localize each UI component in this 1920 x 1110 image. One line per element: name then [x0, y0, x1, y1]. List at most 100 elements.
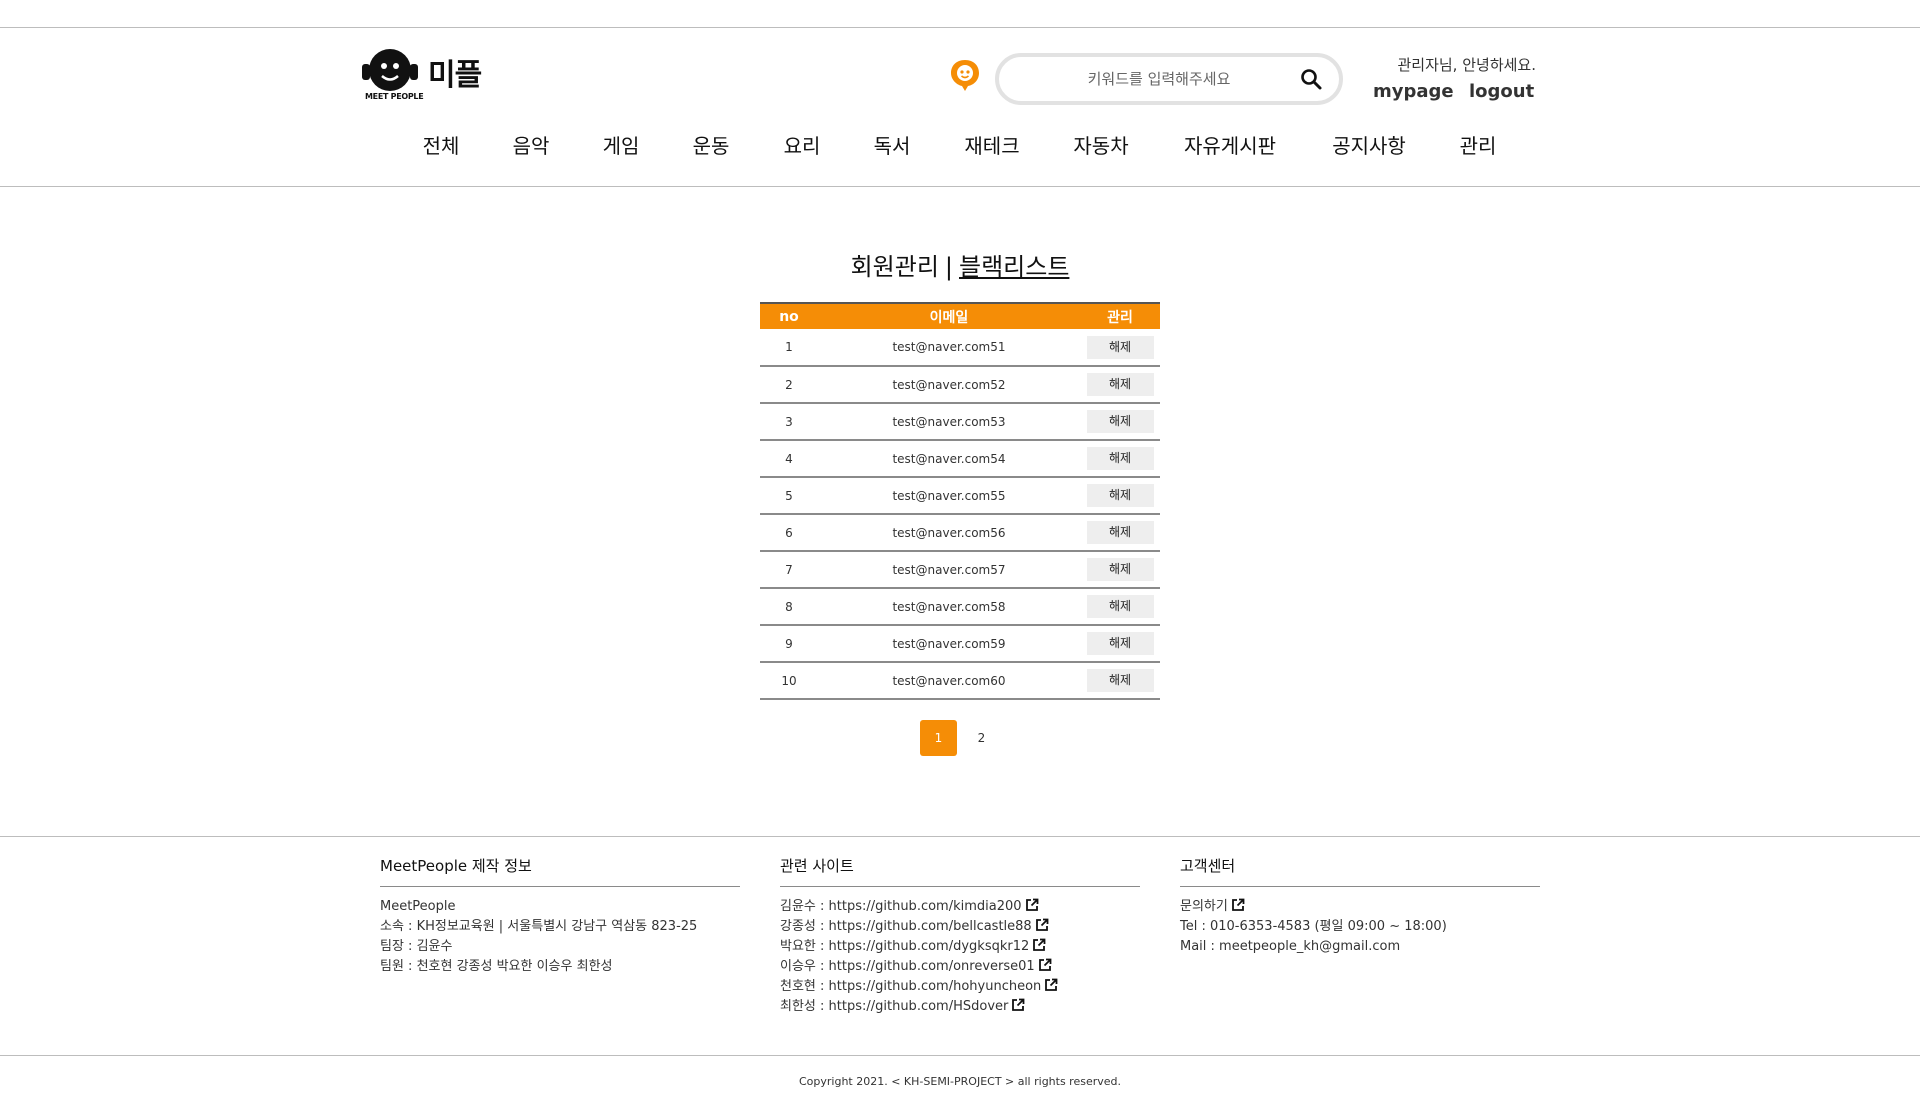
row-email: test@naver.com60	[818, 662, 1080, 700]
table-row: 2 test@naver.com52 해제	[760, 366, 1160, 404]
heading-separator: |	[944, 253, 953, 281]
page-button-1[interactable]: 1	[920, 720, 957, 756]
footer-info-title: MeetPeople 제작 정보	[380, 855, 740, 887]
inquiry-link[interactable]: 문의하기	[1180, 899, 1228, 914]
external-link-icon[interactable]	[1035, 918, 1049, 932]
search-box	[995, 53, 1343, 105]
footer-info-line: MeetPeople	[380, 899, 456, 914]
footer-info-line: 소속 : KH정보교육원 | 서울특별시 강남구 역삼동 823-25	[380, 919, 698, 934]
row-no: 3	[760, 403, 818, 441]
site-link[interactable]: 김윤수 : https://github.com/kimdia200	[780, 899, 1022, 914]
nav-item-finance[interactable]: 재테크	[964, 130, 1019, 159]
site-link[interactable]: 박요한 : https://github.com/dygksqkr12	[780, 939, 1029, 954]
cs-tel: Tel : 010-6353-4583 (평일 09:00 ~ 18:00)	[1180, 919, 1447, 934]
row-email: test@naver.com58	[818, 588, 1080, 626]
row-no: 1	[760, 329, 818, 367]
heading-member-management[interactable]: 회원관리	[851, 253, 939, 281]
blacklist-table: no 이메일 관리 1 test@naver.com51 해제 2 test@n…	[760, 302, 1160, 700]
page-title: 회원관리 | 블랙리스트	[0, 247, 1920, 282]
greeting-text: 관리자님, 안녕하세요.	[1397, 56, 1536, 74]
table-row: 7 test@naver.com57 해제	[760, 551, 1160, 589]
footer-info: MeetPeople 제작 정보 MeetPeople 소속 : KH정보교육원…	[380, 855, 740, 977]
logo-text: 미플	[428, 58, 482, 93]
release-button[interactable]: 해제	[1086, 410, 1154, 433]
release-button[interactable]: 해제	[1086, 595, 1154, 618]
logo-subtitle: MEET PEOPLE	[365, 92, 424, 101]
site-link[interactable]: 이승우 : https://github.com/onreverse01	[780, 959, 1035, 974]
row-email: test@naver.com51	[818, 329, 1080, 367]
external-link-icon[interactable]	[1038, 958, 1052, 972]
heading-blacklist[interactable]: 블랙리스트	[959, 253, 1069, 281]
nav-item-reading[interactable]: 독서	[874, 130, 911, 159]
row-email: test@naver.com57	[818, 551, 1080, 589]
release-button[interactable]: 해제	[1086, 373, 1154, 396]
footer-sites: 관련 사이트 김윤수 : https://github.com/kimdia20…	[780, 855, 1140, 1017]
copyright-text: Copyright 2021. < KH-SEMI-PROJECT > all …	[798, 1075, 1122, 1088]
release-button[interactable]: 해제	[1086, 521, 1154, 544]
table-row: 6 test@naver.com56 해제	[760, 514, 1160, 552]
table-header-row: no 이메일 관리	[760, 302, 1160, 329]
release-button[interactable]: 해제	[1086, 669, 1154, 692]
release-button[interactable]: 해제	[1086, 335, 1154, 359]
release-button[interactable]: 해제	[1086, 558, 1154, 581]
nav-divider	[0, 186, 1920, 187]
nav-item-cooking[interactable]: 요리	[784, 130, 821, 159]
footer-divider	[0, 836, 1920, 837]
external-link-icon[interactable]	[1011, 998, 1025, 1012]
chat-face-icon[interactable]	[949, 58, 981, 92]
site-link[interactable]: 강종성 : https://github.com/bellcastle88	[780, 919, 1032, 934]
footer-customer-center: 고객센터 문의하기 Tel : 010-6353-4583 (평일 09:00 …	[1180, 855, 1540, 957]
col-header-email: 이메일	[818, 302, 1080, 329]
row-no: 6	[760, 514, 818, 552]
top-divider	[0, 27, 1920, 28]
release-button[interactable]: 해제	[1086, 447, 1154, 470]
nav-item-game[interactable]: 게임	[603, 130, 640, 159]
logout-link[interactable]: logout	[1469, 81, 1534, 102]
row-email: test@naver.com54	[818, 440, 1080, 478]
external-link-icon[interactable]	[1231, 898, 1245, 912]
nav-item-car[interactable]: 자동차	[1073, 130, 1128, 159]
site-link-item: 김윤수 : https://github.com/kimdia200	[780, 897, 1140, 917]
nav-item-notice[interactable]: 공지사항	[1332, 130, 1406, 159]
table-row: 10 test@naver.com60 해제	[760, 662, 1160, 700]
nav-item-sports[interactable]: 운동	[693, 130, 730, 159]
row-no: 7	[760, 551, 818, 589]
row-email: test@naver.com56	[818, 514, 1080, 552]
external-link-icon[interactable]	[1044, 978, 1058, 992]
external-link-icon[interactable]	[1025, 898, 1039, 912]
site-link[interactable]: 최한성 : https://github.com/HSdover	[780, 999, 1008, 1014]
row-no: 8	[760, 588, 818, 626]
nav-item-all[interactable]: 전체	[423, 130, 460, 159]
footer-info-line: 팀장 : 김윤수	[380, 939, 453, 954]
inquiry-item: 문의하기	[1180, 897, 1540, 917]
table-row: 1 test@naver.com51 해제	[760, 329, 1160, 367]
footer-cs-title: 고객센터	[1180, 855, 1540, 887]
row-no: 10	[760, 662, 818, 700]
row-email: test@naver.com59	[818, 625, 1080, 663]
site-link-item: 박요한 : https://github.com/dygksqkr12	[780, 937, 1140, 957]
release-button[interactable]: 해제	[1086, 632, 1154, 655]
col-header-no: no	[760, 302, 818, 329]
table-row: 5 test@naver.com55 해제	[760, 477, 1160, 515]
site-link-item: 강종성 : https://github.com/bellcastle88	[780, 917, 1140, 937]
search-input[interactable]	[1029, 65, 1289, 93]
nav-item-music[interactable]: 음악	[513, 130, 550, 159]
mypage-link[interactable]: mypage	[1373, 81, 1454, 102]
external-link-icon[interactable]	[1032, 938, 1046, 952]
row-email: test@naver.com53	[818, 403, 1080, 441]
site-link-item: 최한성 : https://github.com/HSdover	[780, 997, 1140, 1017]
row-no: 5	[760, 477, 818, 515]
release-button[interactable]: 해제	[1086, 484, 1154, 507]
table-row: 8 test@naver.com58 해제	[760, 588, 1160, 626]
row-no: 4	[760, 440, 818, 478]
row-no: 2	[760, 366, 818, 404]
row-no: 9	[760, 625, 818, 663]
copyright-divider	[0, 1055, 1920, 1056]
table-row: 9 test@naver.com59 해제	[760, 625, 1160, 663]
footer-info-line: 팀원 : 천호현 강종성 박요한 이승우 최한성	[380, 959, 613, 974]
nav-item-admin[interactable]: 관리	[1460, 130, 1497, 159]
site-link[interactable]: 천호현 : https://github.com/hohyuncheon	[780, 979, 1041, 994]
page-button-2[interactable]: 2	[963, 720, 1000, 756]
nav-item-free-board[interactable]: 자유게시판	[1184, 130, 1276, 159]
search-icon[interactable]	[1299, 67, 1323, 91]
